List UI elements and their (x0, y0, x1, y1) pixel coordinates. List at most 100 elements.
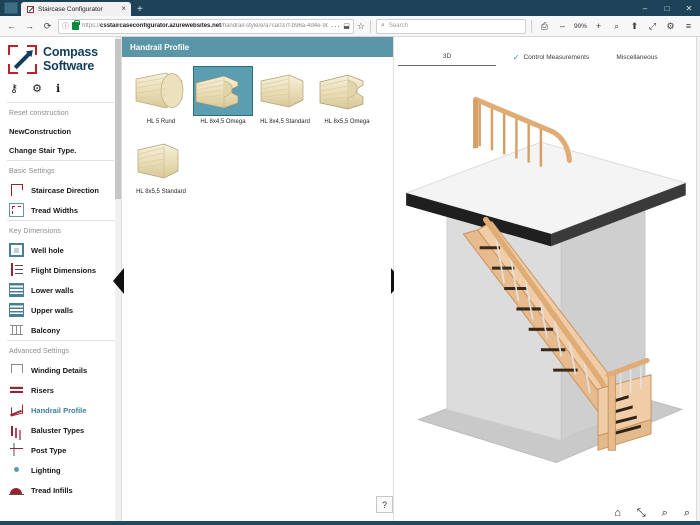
browser-tab[interactable]: Staircase Configurator × (21, 2, 131, 16)
lower-walls-icon (9, 283, 24, 297)
sidebar-group-title: Reset construction (0, 103, 121, 122)
fullscreen-icon[interactable]: ⤢ (645, 19, 660, 34)
balcony-icon (9, 323, 24, 337)
previous-page-arrow[interactable] (113, 268, 124, 294)
profile-label: HL 8x5,5 Omega (318, 119, 376, 125)
profile-option-0[interactable]: HL 5 Rund (132, 67, 190, 125)
sidebar-item-label: Tread Infills (31, 486, 73, 495)
reader-icon[interactable]: ⬆ (627, 19, 642, 34)
tab-control-measurements[interactable]: ✓ Control Measurements (496, 48, 606, 66)
viewer-tabs: 3D ✓ Control Measurements Miscellaneous (394, 37, 700, 63)
menu-icon[interactable]: ≡ (681, 19, 696, 34)
3d-viewport[interactable] (398, 83, 694, 491)
profile-thumbnail[interactable] (132, 137, 190, 185)
search-input[interactable]: ⌕ Search (376, 19, 526, 34)
help-button[interactable]: ? (376, 496, 393, 513)
sidebar-item-tread-infills[interactable]: Tread Infills (0, 480, 121, 500)
sidebar-item-staircase-direction[interactable]: Staircase Direction (0, 180, 121, 200)
profile-thumbnail-selected[interactable] (194, 67, 252, 115)
minimize-button[interactable]: – (634, 0, 656, 16)
tab-miscellaneous-label: Miscellaneous (616, 54, 657, 61)
url-path: /handrail-style/e/a7ca037f-b96a-4d4e-9d5… (221, 23, 328, 29)
profile-thumbnail[interactable] (132, 67, 190, 115)
search-placeholder: Search (389, 23, 408, 29)
reload-icon[interactable]: ⟳ (40, 19, 55, 34)
profile-option-2[interactable]: HL 8x4,5 Standard (256, 67, 314, 125)
zoom-out-icon[interactable]: ⌕ (662, 508, 668, 519)
fit-screen-icon[interactable]: ⤡ (637, 508, 646, 519)
compass-logo-icon (8, 45, 37, 74)
sidebar-item-winding-details[interactable]: Winding Details (0, 360, 121, 380)
sidebar-item-label: Handrail Profile (31, 406, 86, 415)
upper-walls-icon (9, 303, 24, 317)
key-icon[interactable]: ⚷ (10, 84, 18, 95)
sidebar-item-tread-widths[interactable]: Tread Widths (0, 200, 121, 220)
handrail-profile-panel: Handrail Profile (122, 37, 394, 525)
tread-infills-icon (9, 483, 24, 497)
sidebar-item-new-construction[interactable]: NewConstruction (0, 122, 121, 141)
new-tab-button[interactable]: + (131, 5, 149, 16)
sidebar-item-upper-walls[interactable]: Upper walls (0, 300, 121, 320)
sidebar-item-change-stair-type[interactable]: Change Stair Type. (0, 141, 121, 160)
sidebar-item-flight-dimensions[interactable]: Flight Dimensions (0, 260, 121, 280)
sidebar-item-label: Tread Widths (31, 206, 78, 215)
address-bar[interactable]: ⓘ https://csstaircaseconfigurator.azurew… (58, 19, 354, 34)
maximize-button[interactable]: □ (656, 0, 678, 16)
sidebar-item-well-hole[interactable]: Well hole (0, 240, 121, 260)
logo-line-1: Compass (43, 46, 98, 59)
profile-thumbnail[interactable] (256, 67, 314, 115)
winding-details-icon (9, 363, 24, 377)
home-icon[interactable]: ⌂ (614, 508, 621, 519)
settings-gear-icon[interactable]: ⚙ (663, 19, 678, 34)
favicon-icon (27, 6, 34, 13)
profile-label: HL 5 Rund (132, 119, 190, 125)
sidebar-item-lower-walls[interactable]: Lower walls (0, 280, 121, 300)
profile-thumbnail[interactable] (318, 67, 376, 115)
handrail-omega-icon (194, 67, 252, 115)
profile-option-3[interactable]: HL 8x5,5 Omega (318, 67, 376, 125)
sidebar-item-label: Balcony (31, 326, 60, 335)
zoom-in-icon[interactable]: ⌕ (684, 508, 690, 519)
post-type-icon (9, 443, 24, 457)
sidebar-scrollbar-thumb[interactable] (115, 39, 121, 199)
handrail-omega2-icon (318, 67, 376, 115)
forward-icon[interactable]: → (22, 19, 37, 34)
zoom-level-label[interactable]: 90% (573, 23, 588, 30)
browser-tab-title: Staircase Configurator (38, 6, 117, 13)
sidebar-item-lighting[interactable]: Lighting (0, 460, 121, 480)
site-info-icon[interactable]: ⓘ (62, 21, 69, 31)
address-overflow-icon[interactable]: ··· (331, 22, 341, 31)
profile-option-4[interactable]: HL 8x5,5 Standard (132, 137, 190, 195)
sidebar-group-title: Basic Settings (0, 161, 121, 180)
page-scrollbar[interactable] (696, 37, 700, 525)
save-page-icon[interactable]: ⬓ (343, 22, 350, 30)
well-hole-icon (9, 243, 24, 257)
window-controls: – □ ✕ (634, 0, 700, 16)
sidebar-group-title: Key Dimensions (0, 221, 121, 240)
zoom-in-icon[interactable]: + (591, 19, 606, 34)
bookmark-star-icon[interactable]: ☆ (357, 21, 365, 32)
gear-icon[interactable]: ⚙ (32, 84, 42, 95)
tab-miscellaneous[interactable]: Miscellaneous (606, 48, 668, 66)
back-icon[interactable]: ← (4, 19, 19, 34)
tab-3d[interactable]: 3D (398, 48, 496, 66)
sidebar-item-label: Winding Details (31, 366, 87, 375)
sidebar-item-baluster-types[interactable]: Baluster Types (0, 420, 121, 440)
zoom-out-icon[interactable]: – (555, 19, 570, 34)
sidebar-item-post-type[interactable]: Post Type (0, 440, 121, 460)
profile-option-1[interactable]: HL 8x4,5 Omega (194, 67, 252, 125)
info-icon[interactable]: ℹ (56, 84, 60, 95)
handrail-round-icon (132, 67, 190, 115)
sidebar-item-risers[interactable]: Risers (0, 380, 121, 400)
sidebar-item-handrail-profile[interactable]: Handrail Profile (0, 400, 121, 420)
logo-text: Compass Software (43, 46, 98, 72)
page-content: Compass Software ⚷ ⚙ ℹ Reset constructio… (0, 37, 700, 525)
search-icon: ⌕ (381, 22, 385, 30)
find-icon[interactable]: ⌕ (609, 19, 624, 34)
sidebar-item-balcony[interactable]: Balcony (0, 320, 121, 340)
close-tab-icon[interactable]: × (121, 5, 126, 13)
close-window-button[interactable]: ✕ (678, 0, 700, 16)
panel-title: Handrail Profile (122, 37, 393, 57)
viewer-toolbar: ⌂ ⤡ ⌕ ⌕ (614, 508, 690, 519)
print-icon[interactable]: ⎙ (537, 19, 552, 34)
